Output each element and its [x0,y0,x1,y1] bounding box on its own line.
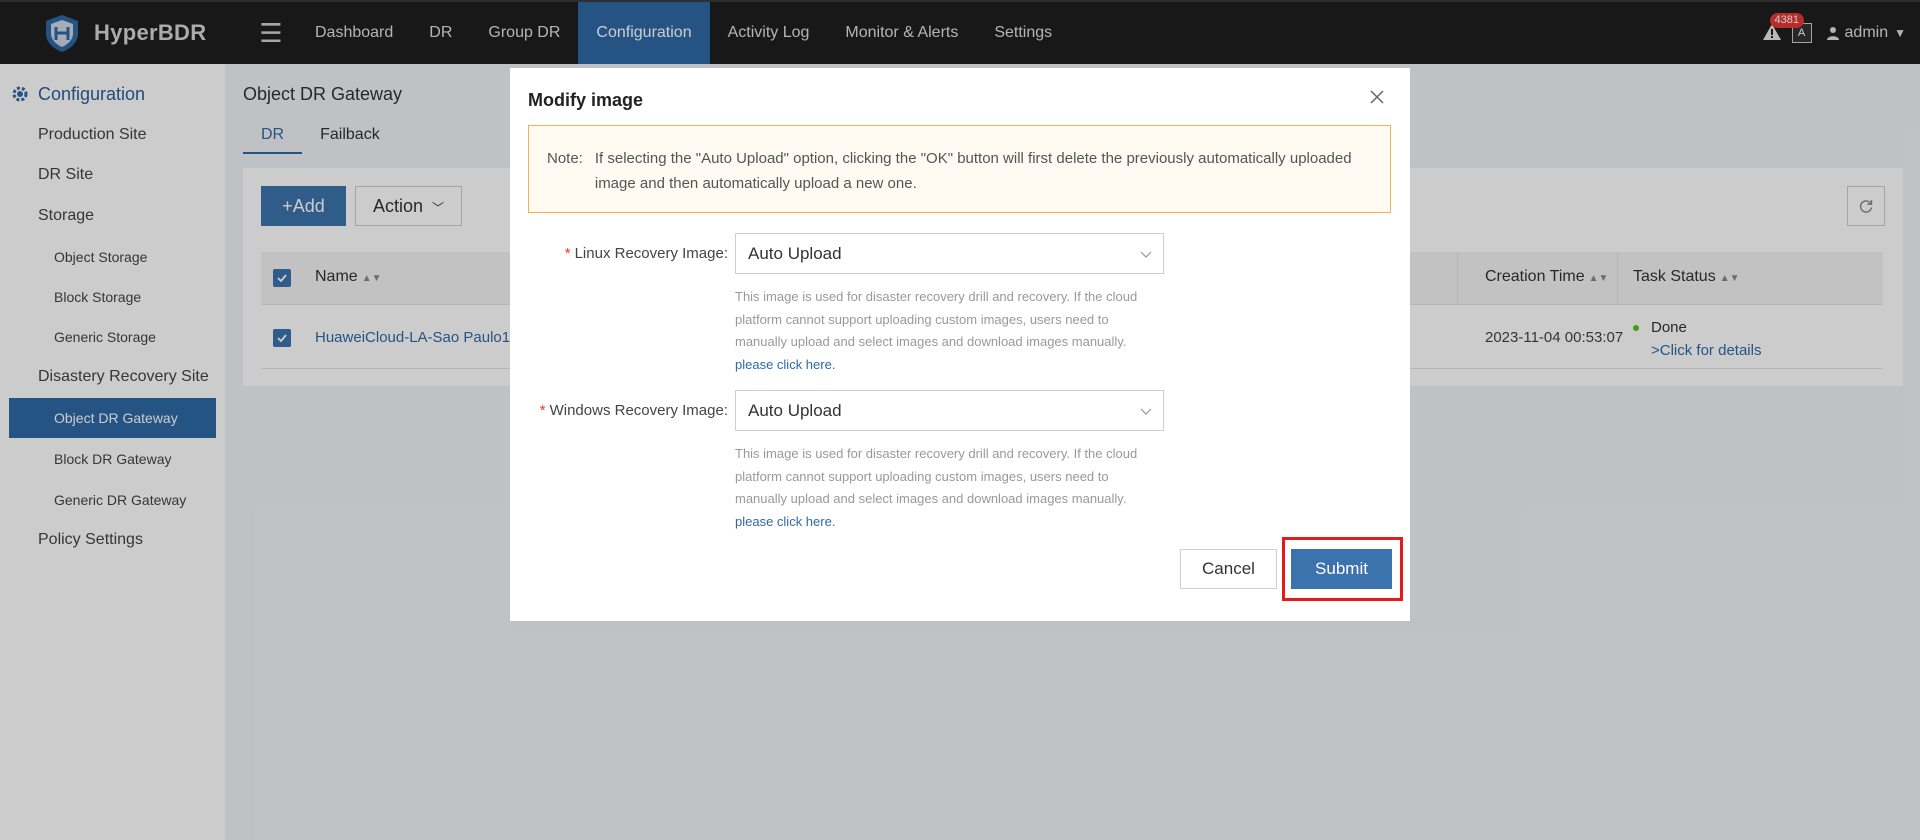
linux-help-link[interactable]: please click here. [735,357,835,372]
note-text: If selecting the "Auto Upload" option, c… [594,150,1352,192]
note-box: Note: If selecting the "Auto Upload" opt… [528,125,1391,213]
windows-help-link[interactable]: please click here. [735,514,835,529]
windows-help-text: This image is used for disaster recovery… [735,443,1155,533]
linux-image-select[interactable]: Auto Upload [735,233,1164,274]
windows-image-value: Auto Upload [748,400,842,420]
cancel-button[interactable]: Cancel [1180,549,1277,589]
windows-help-description: This image is used for disaster recovery… [735,446,1138,506]
note-label: Note: [547,150,583,167]
linux-image-label: * Linux Recovery Image: [564,245,728,262]
close-icon[interactable] [1370,90,1390,110]
linux-help-description: This image is used for disaster recovery… [735,289,1138,349]
linux-image-label-text: Linux Recovery Image: [574,245,728,262]
modal-title: Modify image [528,90,644,110]
submit-button[interactable]: Submit [1291,549,1392,589]
linux-image-value: Auto Upload [748,243,842,263]
linux-help-text: This image is used for disaster recovery… [735,286,1155,376]
modify-image-dialog: Modify image Note: If selecting the "Aut… [510,68,1410,621]
windows-image-label: * Windows Recovery Image: [539,402,728,419]
chevron-down-icon [1140,408,1152,415]
chevron-down-icon [1140,251,1152,258]
windows-image-label-text: Windows Recovery Image: [549,402,728,419]
windows-image-select[interactable]: Auto Upload [735,390,1164,431]
